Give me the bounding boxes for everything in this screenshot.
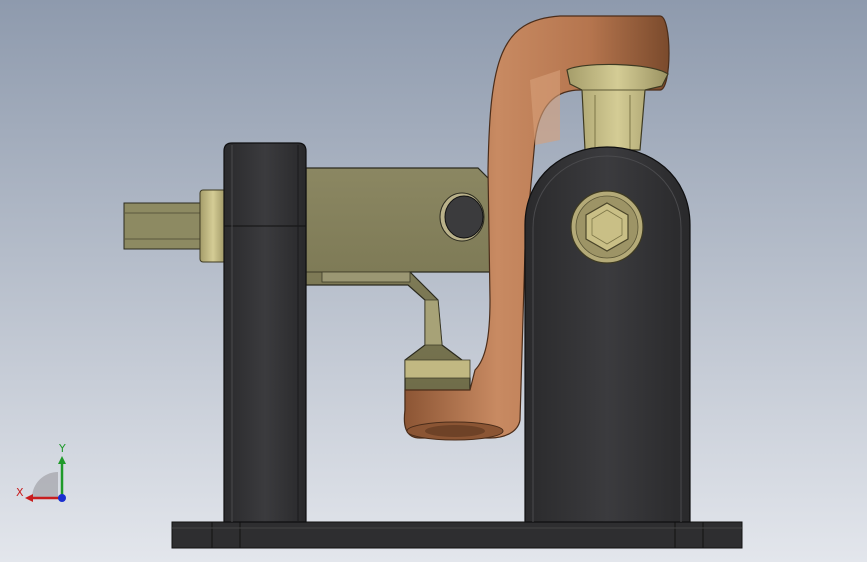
- y-axis-label: Y: [58, 442, 66, 455]
- collar-bushing[interactable]: [566, 63, 669, 151]
- pivot-pin[interactable]: [439, 192, 485, 242]
- left-support[interactable]: [223, 142, 307, 523]
- socket-head-bolt[interactable]: [570, 190, 644, 264]
- cad-viewport[interactable]: X Y: [0, 0, 867, 562]
- triad-plane-shading: [32, 472, 58, 498]
- base-plate[interactable]: [171, 521, 743, 549]
- coordinate-triad: X Y: [16, 442, 66, 502]
- handle-spindle[interactable]: [123, 189, 227, 263]
- z-axis-origin: [58, 494, 66, 502]
- y-axis-arrow: [58, 456, 66, 464]
- model-view[interactable]: [0, 0, 867, 562]
- x-axis-label: X: [16, 486, 24, 499]
- x-axis-arrow: [25, 494, 33, 502]
